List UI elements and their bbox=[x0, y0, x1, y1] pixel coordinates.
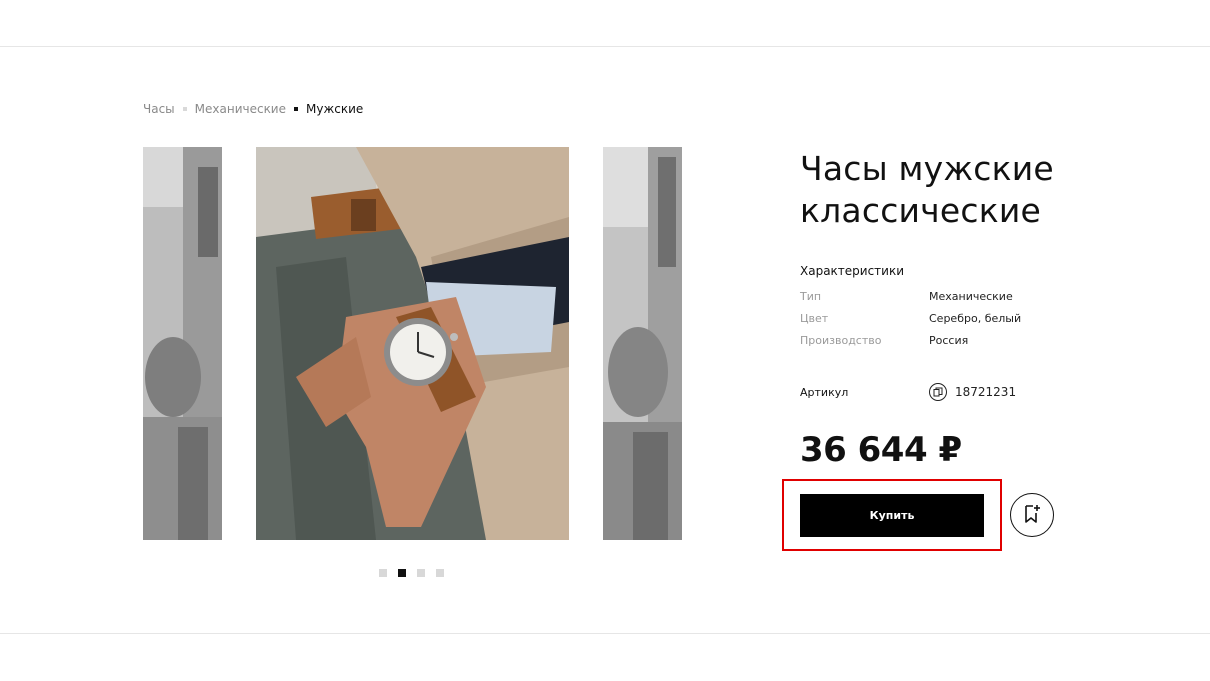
specs-heading: Характеристики bbox=[800, 264, 905, 278]
spec-value: Механические bbox=[929, 290, 1013, 303]
product-photo-next bbox=[603, 147, 682, 540]
spec-label: Цвет bbox=[800, 312, 829, 325]
bookmark-add-icon bbox=[1023, 504, 1041, 527]
product-photo-watch bbox=[256, 147, 569, 540]
product-page: Часы Механические Мужские Часы мужские к… bbox=[0, 0, 1210, 681]
sku-value: 18721231 bbox=[955, 385, 1017, 399]
footer-divider bbox=[0, 633, 1210, 634]
gallery-dot-4[interactable] bbox=[436, 569, 444, 577]
add-to-favorites-button[interactable] bbox=[1010, 493, 1054, 537]
gallery-slide-next[interactable] bbox=[603, 147, 682, 540]
breadcrumb-item-mechanical[interactable]: Механические bbox=[195, 101, 286, 117]
product-photo-previous bbox=[143, 147, 222, 540]
product-gallery[interactable] bbox=[143, 147, 683, 541]
breadcrumb-separator bbox=[182, 107, 187, 111]
breadcrumb-separator bbox=[294, 107, 298, 111]
spec-value: Россия bbox=[929, 334, 969, 347]
breadcrumb-item-watches[interactable]: Часы bbox=[143, 101, 175, 117]
gallery-dot-1[interactable] bbox=[379, 569, 387, 577]
spec-value: Серебро, белый bbox=[929, 312, 1022, 325]
spec-label: Тип bbox=[800, 290, 822, 303]
breadcrumb: Часы Механические Мужские bbox=[143, 101, 363, 117]
buy-button[interactable]: Купить bbox=[800, 494, 984, 537]
gallery-dot-3[interactable] bbox=[417, 569, 425, 577]
sku-label: Артикул bbox=[800, 386, 849, 399]
product-price: 36 644 ₽ bbox=[800, 430, 962, 470]
gallery-dot-2-active[interactable] bbox=[398, 569, 406, 577]
gallery-slide-active[interactable] bbox=[256, 147, 569, 540]
gallery-slide-previous[interactable] bbox=[143, 147, 222, 540]
copy-icon[interactable] bbox=[929, 383, 947, 401]
breadcrumb-item-mens: Мужские bbox=[306, 102, 364, 116]
header-divider bbox=[0, 46, 1210, 47]
gallery-pagination bbox=[379, 569, 455, 577]
spec-label: Производство bbox=[800, 334, 882, 347]
product-title: Часы мужские классические bbox=[800, 149, 1054, 230]
